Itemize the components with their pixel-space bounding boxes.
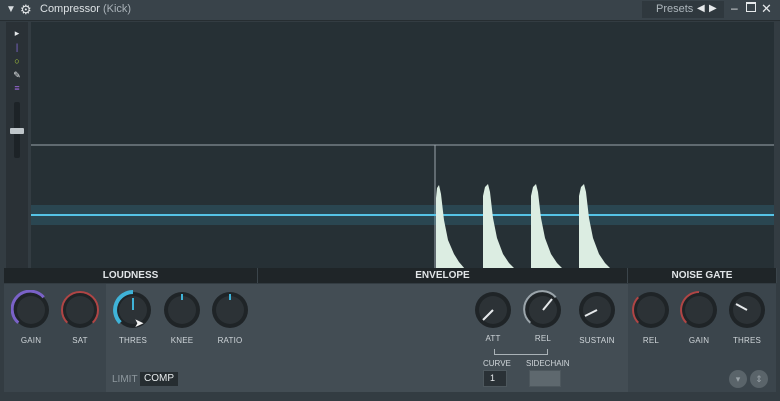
gate-down-icon[interactable]: ▾: [729, 370, 747, 388]
plugin-name: Compressor: [40, 3, 100, 15]
minimize-icon[interactable]: –: [731, 1, 738, 15]
compressor-window: ▼ ⚙ Compressor (Kick) Presets ◀ ▶ – ✕ ▸ …: [0, 0, 780, 401]
sidechain-selector[interactable]: [529, 370, 561, 387]
preset-prev-icon[interactable]: ◀: [697, 3, 705, 14]
envelope-graph[interactable]: [31, 22, 774, 269]
sat-label: SAT: [72, 336, 88, 345]
envelope-peak-3: [531, 184, 563, 269]
gate-thres-knob[interactable]: [727, 290, 767, 330]
section-loudness: LOUDNESS: [4, 268, 258, 283]
envelope-peak-4: [579, 184, 611, 269]
att-label: ATT: [485, 334, 501, 343]
gate-rel-knob[interactable]: [631, 290, 671, 330]
att-rel-link-bracket: [494, 349, 548, 355]
menu-tool-icon[interactable]: ≡: [6, 83, 28, 93]
gain-knob[interactable]: [11, 290, 51, 330]
curve-value: 1: [490, 373, 496, 383]
title-bar: ▼ ⚙ Compressor (Kick) Presets ◀ ▶ – ✕: [0, 0, 780, 21]
sustain-label: SUSTAIN: [579, 336, 615, 345]
close-icon[interactable]: ✕: [761, 1, 772, 17]
gate-thres-label: THRES: [732, 336, 762, 345]
presets-button[interactable]: Presets: [656, 3, 693, 15]
pencil-tool-icon[interactable]: ✎: [6, 70, 28, 80]
thres-label: THRES: [118, 336, 148, 345]
line-tool-icon[interactable]: |: [6, 42, 28, 52]
maximize-icon[interactable]: [746, 2, 756, 12]
envelope-peak-1: [436, 185, 465, 269]
sat-knob[interactable]: [60, 290, 100, 330]
gain-label: GAIN: [20, 336, 42, 345]
circle-tool-icon[interactable]: ○: [6, 56, 28, 66]
thres-knob[interactable]: [113, 290, 153, 330]
gate-gain-knob[interactable]: [679, 290, 719, 330]
rel-label: REL: [534, 334, 552, 343]
gate-toggle-icon[interactable]: ⇕: [750, 370, 768, 388]
ratio-knob[interactable]: [210, 290, 250, 330]
att-knob[interactable]: [473, 290, 513, 330]
limit-mode-button[interactable]: LIMIT: [112, 374, 138, 385]
window-menu-arrow-icon[interactable]: ▼: [6, 4, 16, 15]
envelope-peak-2: [483, 184, 515, 269]
curve-selector[interactable]: 1: [483, 370, 507, 387]
sustain-knob[interactable]: [577, 290, 617, 330]
sidechain-label: SIDECHAIN: [526, 359, 570, 368]
comp-mode-button[interactable]: COMP: [140, 372, 178, 386]
ratio-label: RATIO: [217, 336, 243, 345]
preset-next-icon[interactable]: ▶: [709, 3, 717, 14]
envelope-graph-svg: [31, 144, 774, 269]
gear-icon[interactable]: ⚙: [20, 2, 32, 18]
window-title: Compressor (Kick): [40, 3, 131, 15]
knee-knob[interactable]: [162, 290, 202, 330]
gate-rel-label: REL: [642, 336, 660, 345]
tool-strip: ▸ | ○ ✎ ≡: [6, 22, 28, 278]
zoom-slider-handle[interactable]: [10, 128, 24, 134]
pointer-tool-icon[interactable]: ▸: [6, 28, 28, 38]
section-noise-gate: NOISE GATE: [628, 268, 777, 283]
gate-gain-label: GAIN: [688, 336, 710, 345]
knee-label: KNEE: [170, 336, 194, 345]
rel-knob[interactable]: [523, 290, 563, 330]
plugin-target: (Kick): [102, 3, 132, 15]
mouse-cursor-icon: ➤: [134, 316, 145, 330]
section-envelope: ENVELOPE: [258, 268, 628, 283]
curve-label: CURVE: [483, 359, 511, 368]
